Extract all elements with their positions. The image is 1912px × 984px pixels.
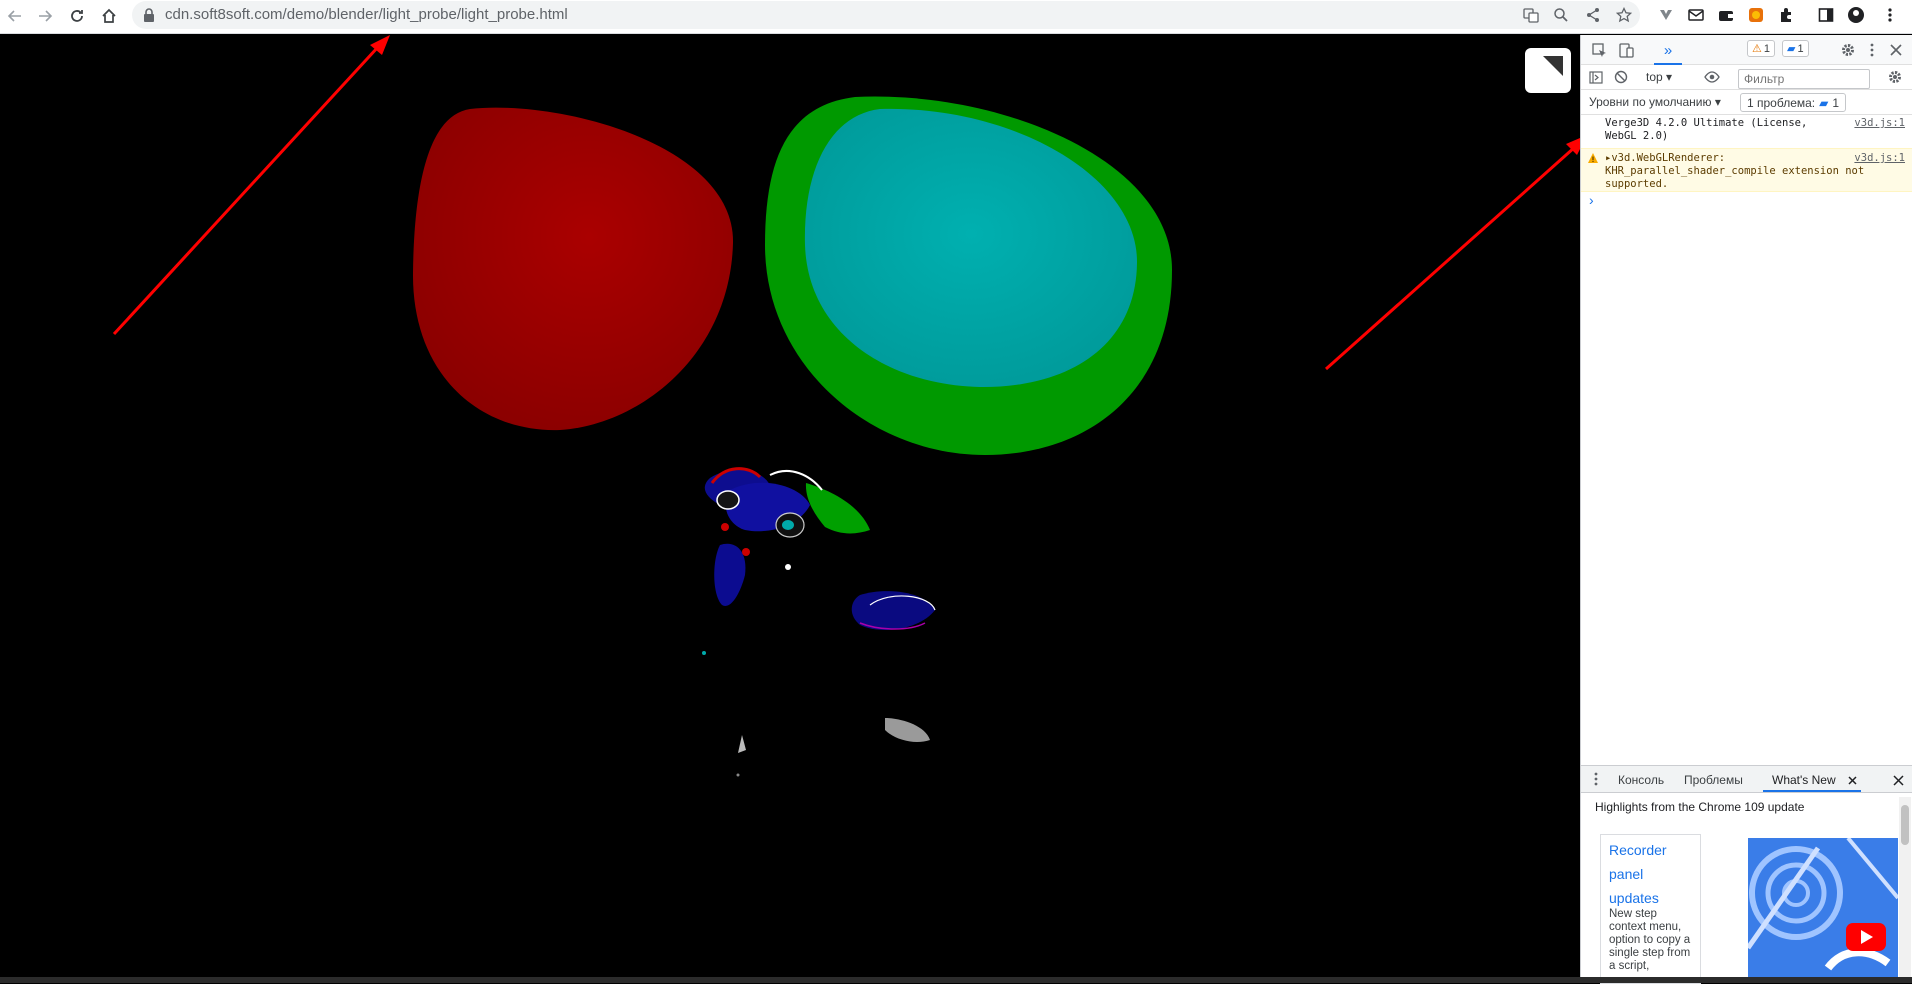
translate-icon[interactable] bbox=[1521, 5, 1541, 25]
chrome-devtools-graphic bbox=[1748, 838, 1898, 971]
filter-input[interactable] bbox=[1738, 69, 1870, 89]
console-levels-bar: Уровни по умолчанию ▾ 1 проблема: ▰ 1 bbox=[1581, 90, 1912, 115]
whats-new-heading: Highlights from the Chrome 109 update bbox=[1595, 800, 1805, 814]
more-tabs-button[interactable]: » bbox=[1654, 37, 1682, 65]
active-tab-indicator bbox=[1763, 790, 1861, 792]
drawer-tab-whats-new[interactable]: What's New bbox=[1772, 773, 1836, 787]
drawer-tab-console[interactable]: Консоль bbox=[1618, 773, 1664, 787]
live-expression-eye-icon[interactable] bbox=[1703, 68, 1721, 86]
log-levels-label: Уровни по умолчанию bbox=[1589, 95, 1712, 109]
console-message-warning[interactable]: ▸v3d.WebGLRenderer: KHR_parallel_shader_… bbox=[1581, 148, 1912, 192]
share-icon[interactable] bbox=[1583, 5, 1603, 25]
lock-icon[interactable] bbox=[142, 7, 156, 23]
warnings-badge[interactable]: ⚠ 1 bbox=[1747, 40, 1775, 57]
issues-label: 1 проблема: bbox=[1747, 95, 1816, 110]
extensions-puzzle-icon[interactable] bbox=[1776, 5, 1796, 25]
drawer-scrollbar-thumb[interactable] bbox=[1901, 805, 1909, 845]
home-button[interactable] bbox=[96, 3, 122, 29]
scene-render bbox=[112, 35, 1580, 777]
card-title-link[interactable]: Recorder panel updates bbox=[1609, 838, 1694, 910]
issue-message-icon: ▰ bbox=[1819, 95, 1829, 110]
close-drawer-icon[interactable] bbox=[1889, 771, 1907, 789]
console-message-text: Verge3D 4.2.0 Ultimate (License, WebGL 2… bbox=[1605, 117, 1808, 142]
warning-icon: ⚠ bbox=[1752, 43, 1762, 55]
url-text[interactable]: cdn.soft8soft.com/demo/blender/light_pro… bbox=[165, 6, 568, 23]
warning-triangle-icon bbox=[1588, 153, 1598, 163]
video-thumbnail[interactable] bbox=[1748, 838, 1898, 978]
console-settings-gear-icon[interactable] bbox=[1886, 68, 1904, 86]
colorful-extension-icon[interactable] bbox=[1746, 5, 1766, 25]
suzanne-mesh bbox=[702, 467, 936, 777]
webgl-canvas[interactable] bbox=[0, 35, 1580, 977]
zoom-icon[interactable] bbox=[1551, 5, 1571, 25]
warnings-count: 1 bbox=[1763, 42, 1770, 55]
back-button[interactable] bbox=[2, 3, 28, 29]
messages-badge[interactable]: ▰ 1 bbox=[1782, 40, 1809, 57]
annotation-arrow-2 bbox=[1325, 138, 1580, 371]
message-icon: ▰ bbox=[1787, 43, 1796, 55]
drawer-menu-icon[interactable] bbox=[1587, 770, 1605, 788]
close-tab-icon[interactable] bbox=[1843, 771, 1861, 789]
context-selector[interactable]: top ▾ bbox=[1646, 70, 1672, 84]
devtools-tabbar: » ⚠ 1 ▰ 1 bbox=[1581, 35, 1912, 65]
side-panel-icon[interactable] bbox=[1816, 5, 1836, 25]
reload-button[interactable] bbox=[64, 3, 90, 29]
home-icon bbox=[102, 8, 116, 23]
log-levels-dropdown[interactable]: Уровни по умолчанию ▾ bbox=[1589, 95, 1721, 109]
issues-count: 1 bbox=[1832, 95, 1840, 110]
console-prompt-icon[interactable]: › bbox=[1589, 192, 1594, 208]
settings-gear-icon[interactable] bbox=[1839, 41, 1857, 59]
wallet-extension-icon[interactable] bbox=[1716, 5, 1736, 25]
menu-kebab-icon[interactable] bbox=[1880, 5, 1900, 25]
device-toolbar-icon[interactable] bbox=[1617, 41, 1635, 59]
forward-arrow-icon bbox=[39, 10, 53, 22]
inspect-element-icon[interactable] bbox=[1590, 41, 1608, 59]
console-message-info: Verge3D 4.2.0 Ultimate (License, WebGL 2… bbox=[1581, 117, 1912, 147]
red-sphere bbox=[412, 107, 734, 431]
recorder-update-card[interactable]: Recorder panel updates New step context … bbox=[1600, 834, 1701, 984]
context-label: top bbox=[1646, 70, 1663, 84]
close-devtools-icon[interactable] bbox=[1887, 41, 1905, 59]
youtube-play-icon[interactable] bbox=[1846, 923, 1886, 951]
console-source-link[interactable]: v3d.js:1 bbox=[1854, 152, 1905, 165]
fullscreen-button[interactable] bbox=[1525, 48, 1571, 93]
forward-button[interactable] bbox=[32, 3, 58, 29]
fullscreen-icon bbox=[1543, 56, 1563, 76]
bookmark-star-icon[interactable] bbox=[1614, 5, 1634, 25]
mail-extension-icon[interactable] bbox=[1686, 5, 1706, 25]
clear-console-icon[interactable] bbox=[1612, 68, 1630, 86]
drawer-tab-issues[interactable]: Проблемы bbox=[1684, 773, 1743, 787]
devtools-panel: » ⚠ 1 ▰ 1 top ▾ Фильтр Уровни по умолчан… bbox=[1580, 35, 1912, 984]
sidebar-toggle-icon[interactable] bbox=[1587, 68, 1605, 86]
extension-v-icon[interactable] bbox=[1656, 5, 1676, 25]
profile-icon[interactable] bbox=[1846, 5, 1866, 25]
issues-button[interactable]: 1 проблема: ▰ 1 bbox=[1740, 93, 1847, 112]
card-description: New step context menu, option to copy a … bbox=[1609, 908, 1691, 972]
messages-count: 1 bbox=[1797, 42, 1804, 55]
browser-toolbar: cdn.soft8soft.com/demo/blender/light_pro… bbox=[0, 0, 1912, 34]
devtools-menu-icon[interactable] bbox=[1863, 41, 1881, 59]
console-source-link[interactable]: v3d.js:1 bbox=[1854, 117, 1905, 130]
drawer-tabbar: Консоль Проблемы What's New bbox=[1581, 765, 1912, 793]
console-toolbar: top ▾ bbox=[1581, 65, 1912, 90]
reload-icon bbox=[71, 10, 83, 22]
os-taskbar bbox=[0, 977, 1912, 983]
annotation-arrow-1 bbox=[112, 35, 390, 336]
back-arrow-icon bbox=[7, 10, 21, 22]
